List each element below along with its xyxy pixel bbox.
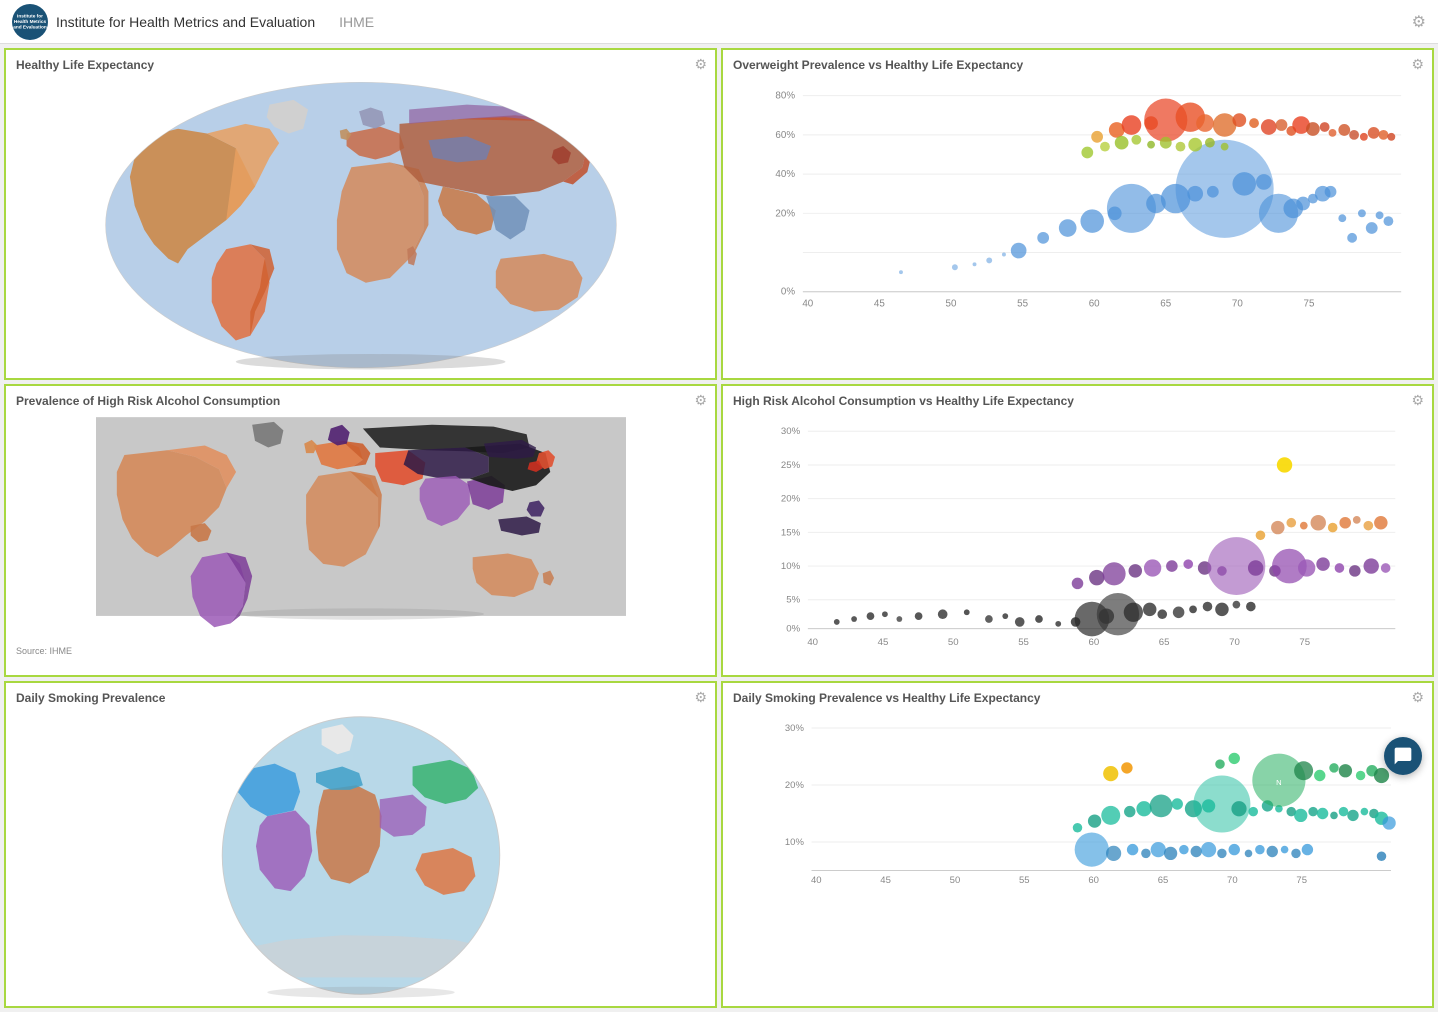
svg-text:50: 50 [948,637,959,648]
source-label-3: Source: IHME [6,644,715,658]
svg-text:40: 40 [807,637,818,648]
svg-text:70: 70 [1229,637,1240,648]
panel-gear-3[interactable]: ⚙ [694,392,707,409]
svg-text:55: 55 [1017,298,1028,309]
panel-gear-1[interactable]: ⚙ [694,56,707,73]
svg-text:10%: 10% [785,837,805,848]
scatter-content-4: 30% 25% 20% 15% 10% 5% 0% 40 45 50 55 60… [723,412,1432,675]
svg-text:55: 55 [1019,875,1030,886]
panel-gear-2[interactable]: ⚙ [1411,56,1424,73]
panel-title-6: Daily Smoking Prevalence vs Healthy Life… [723,683,1432,709]
org-abbr: IHME [339,14,374,30]
world-map-oval [101,80,621,370]
world-map-rectangular [96,416,626,636]
panel-healthy-life-map: Healthy Life Expectancy ⚙ [4,48,717,380]
svg-text:45: 45 [874,298,885,309]
header-gear-icon[interactable]: ⚙ [1412,12,1426,32]
svg-text:65: 65 [1160,298,1171,309]
chat-button[interactable] [1384,737,1422,775]
svg-text:80%: 80% [775,91,795,102]
svg-text:and Evaluation: and Evaluation [13,24,47,30]
chat-icon [1393,746,1413,766]
org-name: Institute for Health Metrics and Evaluat… [56,14,315,30]
svg-text:75: 75 [1304,298,1315,309]
logo-circle: Institute for Health Metrics and Evaluat… [12,4,48,40]
svg-text:60: 60 [1089,637,1100,648]
svg-text:45: 45 [878,637,889,648]
panel-alcohol-map: Prevalence of High Risk Alcohol Consumpt… [4,384,717,677]
svg-text:40: 40 [811,875,822,886]
svg-text:30%: 30% [785,723,805,734]
svg-text:60: 60 [1089,298,1100,309]
map-content-1 [6,76,715,378]
svg-text:0%: 0% [786,624,800,635]
panel-title-2: Overweight Prevalence vs Healthy Life Ex… [723,50,1432,76]
svg-text:0%: 0% [781,287,795,298]
svg-text:65: 65 [1159,637,1170,648]
alcohol-scatter-plot: 30% 25% 20% 15% 10% 5% 0% 40 45 50 55 60… [729,412,1426,672]
svg-text:50: 50 [946,298,957,309]
panel-gear-5[interactable]: ⚙ [694,689,707,706]
svg-text:15%: 15% [781,527,801,538]
panel-title-3: Prevalence of High Risk Alcohol Consumpt… [6,386,715,412]
panel-alcohol-scatter: High Risk Alcohol Consumption vs Healthy… [721,384,1434,677]
svg-text:Institute for: Institute for [17,13,43,19]
svg-text:60%: 60% [775,130,795,141]
svg-text:60: 60 [1088,875,1099,886]
svg-text:65: 65 [1158,875,1169,886]
panel-gear-4[interactable]: ⚙ [1411,392,1424,409]
map-content-3 [6,412,715,644]
svg-text:40%: 40% [775,169,795,180]
svg-text:10%: 10% [781,561,801,572]
svg-text:45: 45 [880,875,891,886]
org-logo: Institute for Health Metrics and Evaluat… [12,4,315,40]
svg-text:N: N [1276,778,1281,787]
smoking-scatter-plot: 30% 20% 10% 40 45 50 55 60 65 70 75 [729,709,1426,899]
main-grid: Healthy Life Expectancy ⚙ [0,44,1438,1012]
svg-text:70: 70 [1232,298,1243,309]
svg-text:75: 75 [1299,637,1310,648]
svg-text:25%: 25% [781,460,801,471]
panel-smoking-map: Daily Smoking Prevalence ⚙ [4,681,717,1008]
map-content-5 [6,709,715,1006]
svg-text:40: 40 [802,298,813,309]
svg-text:5%: 5% [786,595,800,606]
overweight-scatter-plot: 80% 60% 40% 20% 0% 40 45 50 55 60 65 70 … [729,76,1426,331]
svg-text:Health Metrics: Health Metrics [14,18,47,24]
panel-title-4: High Risk Alcohol Consumption vs Healthy… [723,386,1432,412]
svg-text:50: 50 [950,875,961,886]
svg-text:70: 70 [1227,875,1238,886]
app-header: Institute for Health Metrics and Evaluat… [0,0,1438,44]
svg-text:30%: 30% [781,426,801,437]
svg-text:75: 75 [1296,875,1307,886]
svg-text:55: 55 [1018,637,1029,648]
svg-text:20%: 20% [781,494,801,505]
world-map-globe [211,713,511,998]
svg-text:20%: 20% [775,208,795,219]
panel-overweight-scatter: Overweight Prevalence vs Healthy Life Ex… [721,48,1434,380]
panel-title-1: Healthy Life Expectancy [6,50,715,76]
scatter-content-2: 80% 60% 40% 20% 0% 40 45 50 55 60 65 70 … [723,76,1432,334]
panel-title-5: Daily Smoking Prevalence [6,683,715,709]
panel-gear-6[interactable]: ⚙ [1411,689,1424,706]
svg-text:20%: 20% [785,780,805,791]
panel-smoking-scatter: Daily Smoking Prevalence vs Healthy Life… [721,681,1434,1008]
scatter-content-6: 30% 20% 10% 40 45 50 55 60 65 70 75 [723,709,1432,902]
